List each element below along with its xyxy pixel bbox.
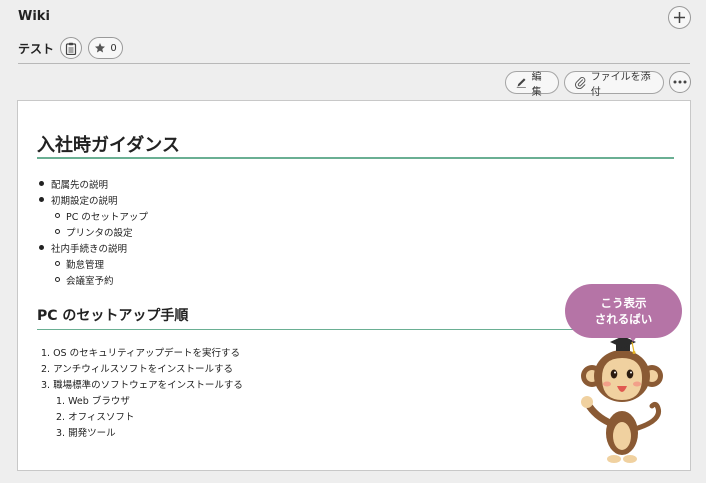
clipboard-icon: [65, 42, 77, 55]
attach-label: ファイルを添付: [590, 71, 651, 98]
list-item: PC のセットアップ: [66, 212, 148, 223]
star-button[interactable]: 0: [88, 37, 123, 59]
clipboard-button[interactable]: [60, 37, 82, 59]
edit-button[interactable]: 編集: [505, 71, 559, 98]
list-item: 3. 開発ツール: [56, 428, 116, 439]
plus-icon: [674, 12, 685, 23]
list-item: 3. 職場標準のソフトウェアをインストールする: [41, 380, 243, 391]
star-icon: [95, 43, 106, 53]
list-item: 社内手続きの説明: [51, 244, 128, 255]
list-item: 2. アンチウィルスソフトをインストールする: [41, 364, 234, 375]
bullet-disc: [39, 245, 44, 250]
speech-line-2: されるばい: [594, 312, 653, 326]
bullet-circle: [55, 213, 60, 218]
bullet-disc: [39, 181, 44, 186]
list-item: 1. Web ブラウザ: [56, 396, 130, 407]
speech-bubble: こう表示 されるばい: [565, 284, 682, 338]
star-count: 0: [110, 42, 117, 54]
heading-rule: [37, 329, 597, 330]
list-item: 初期設定の説明: [51, 196, 118, 207]
pencil-icon: [516, 78, 526, 88]
heading-pc-setup: PC のセットアップ手順: [37, 308, 189, 324]
heading-rule: [37, 157, 674, 159]
header-divider: [18, 63, 690, 64]
more-button[interactable]: [669, 71, 691, 93]
list-item: 会議室予約: [66, 276, 114, 287]
edit-label: 編集: [531, 71, 542, 98]
bullet-circle: [55, 229, 60, 234]
page-title: テスト: [18, 42, 55, 56]
list-item: 2. オフィスソフト: [56, 412, 135, 423]
list-item: 1. OS のセキュリティアップデートを実行する: [41, 348, 241, 359]
bullet-circle: [55, 277, 60, 282]
more-icon: [673, 80, 687, 84]
monkey-mascot-icon: [581, 336, 663, 463]
add-page-button[interactable]: [668, 6, 691, 29]
list-item: 勤怠管理: [66, 260, 105, 271]
heading-guidance: 入社時ガイダンス: [37, 135, 180, 156]
bullet-disc: [39, 197, 44, 202]
speech-line-1: こう表示: [600, 296, 647, 310]
paperclip-icon: [575, 77, 586, 89]
attach-file-button[interactable]: ファイルを添付: [564, 71, 664, 98]
app-title: Wiki: [18, 9, 50, 24]
bullet-circle: [55, 261, 60, 266]
list-item: プリンタの設定: [66, 228, 133, 239]
list-item: 配属先の説明: [51, 180, 109, 191]
